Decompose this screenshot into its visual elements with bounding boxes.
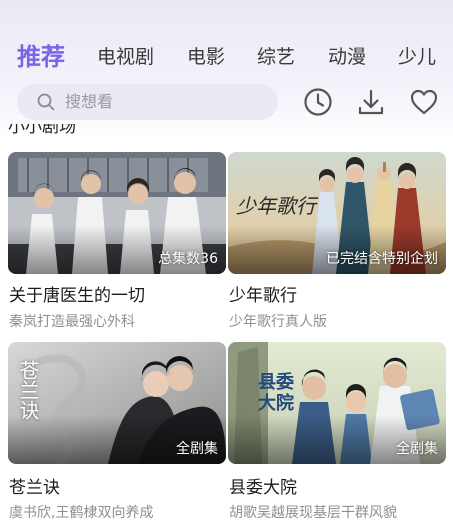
- download-icon[interactable]: [355, 86, 387, 118]
- section-title: 小小剧场: [8, 124, 76, 134]
- tab-kids[interactable]: 少儿: [398, 38, 436, 76]
- poster-image: 县委大院 全剧集: [228, 342, 446, 464]
- drama-card-canglan-jue[interactable]: 苍兰诀 全剧集 苍兰诀 虞书欣,王鹤棣双向养成: [8, 342, 226, 530]
- episode-badge: 已完结含特别企划: [326, 251, 438, 267]
- episode-badge: 全剧集: [396, 441, 438, 457]
- favorite-icon[interactable]: [408, 86, 440, 118]
- poster-title-text: 苍兰诀: [16, 360, 40, 420]
- poster-image: 苍兰诀 全剧集: [8, 342, 226, 464]
- category-tabs: 推荐 电视剧 电影 综艺 动漫 少儿: [0, 38, 453, 78]
- card-title: 县委大院: [229, 478, 297, 498]
- tab-anime[interactable]: 动漫: [328, 38, 366, 76]
- search-bar[interactable]: 搜想看: [17, 84, 278, 120]
- poster-image: 总集数36: [8, 152, 226, 274]
- drama-card-tang-doctor[interactable]: 总集数36 关于唐医生的一切 秦岚打造最强心外科: [8, 152, 226, 342]
- tab-variety[interactable]: 综艺: [257, 38, 295, 76]
- card-title: 苍兰诀: [9, 478, 60, 498]
- poster-image: 少年歌行 已完结含特别企划: [228, 152, 446, 274]
- card-subtitle: 虞书欣,王鹤棣双向养成: [9, 505, 154, 521]
- episode-badge: 总集数36: [158, 251, 218, 267]
- card-subtitle: 胡歌吴越展现基层干群风貌: [229, 505, 397, 521]
- card-title: 关于唐医生的一切: [9, 286, 145, 306]
- poster-title-text: 县委大院: [258, 372, 294, 414]
- drama-card-xianwei-dayuan[interactable]: 县委大院 全剧集 县委大院 胡歌吴越展现基层干群风貌: [228, 342, 446, 530]
- tab-recommended[interactable]: 推荐: [17, 38, 65, 76]
- card-subtitle: 秦岚打造最强心外科: [9, 314, 135, 330]
- tab-tv-series[interactable]: 电视剧: [97, 38, 154, 76]
- search-placeholder: 搜想看: [65, 92, 114, 111]
- drama-card-shaonian-gexing[interactable]: 少年歌行 已完结含特别企划 少年歌行 少年歌行真人版: [228, 152, 446, 342]
- poster-title-text: 少年歌行: [236, 194, 316, 218]
- card-title: 少年歌行: [229, 286, 297, 306]
- search-icon: [37, 93, 55, 111]
- history-icon[interactable]: [302, 86, 334, 118]
- episode-badge: 全剧集: [176, 441, 218, 457]
- card-subtitle: 少年歌行真人版: [229, 314, 327, 330]
- tab-movies[interactable]: 电影: [187, 38, 225, 76]
